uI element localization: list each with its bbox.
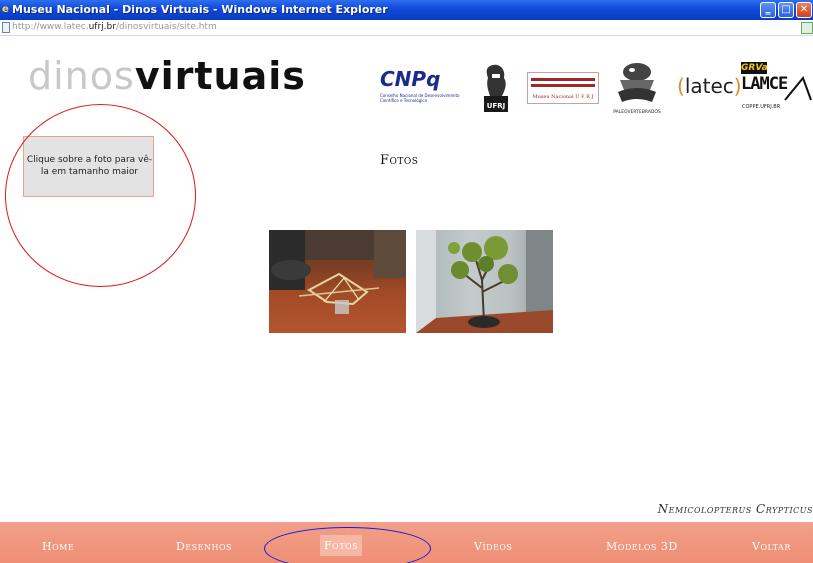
species-name: Nemicolopterus Crypticus	[657, 502, 813, 516]
dinosaur-skull-icon: PALEOVERTEBRADOS	[613, 63, 661, 115]
cnpq-mark: CNPq	[380, 67, 441, 91]
museu-name: Museu Nacional	[532, 94, 574, 100]
red-highlight-annotation	[5, 104, 196, 287]
go-icon[interactable]	[801, 22, 813, 34]
ufrj-label: UFRJ	[487, 102, 505, 110]
nav-voltar[interactable]: Voltar	[752, 540, 791, 553]
title-bar: e Museu Nacional - Dinos Virtuais - Wind…	[0, 0, 813, 20]
url-path: /dinosvirtuais/site.htm	[115, 22, 217, 32]
ie-icon: e	[2, 4, 9, 15]
nav-desenhos[interactable]: Desenhos	[176, 540, 232, 553]
url-prefix: http://www.latec.	[12, 22, 89, 32]
window-title: Museu Nacional - Dinos Virtuais - Window…	[12, 3, 388, 16]
cnpq-subtitle: Conselho Nacional de Desenvolvimento Cie…	[380, 93, 460, 103]
latec-name: latec	[684, 74, 734, 98]
latec-open-bracket: (	[677, 74, 685, 98]
grva-badge: GRVa	[741, 62, 768, 74]
photo-thumbnail-2[interactable]	[416, 230, 553, 333]
logo-dinos: dinos	[28, 54, 135, 98]
museu-sub: U F R J	[575, 94, 594, 100]
latec-logo[interactable]: (latec)	[677, 70, 742, 110]
page-icon	[2, 22, 10, 33]
latec-wordmark: (latec)	[677, 74, 742, 98]
nav-modelos-3d[interactable]: Modelos 3D	[606, 540, 678, 553]
ufrj-logo[interactable]: UFRJ	[482, 62, 510, 114]
close-button[interactable]: ✕	[796, 2, 812, 18]
address-bar[interactable]: http://www.latec.ufrj.br/dinosvirtuais/s…	[0, 20, 813, 36]
paleovertebrados-logo[interactable]: PALEOVERTEBRADOS	[612, 58, 662, 116]
photo-2-image	[416, 230, 553, 333]
blue-highlight-annotation	[264, 527, 431, 563]
museu-stripe	[531, 84, 595, 87]
maximize-button[interactable]: □	[778, 2, 794, 18]
museu-stripe	[531, 78, 595, 81]
ufrj-emblem-icon: UFRJ	[484, 64, 508, 112]
paleo-label: PALEOVERTEBRADOS	[613, 109, 661, 115]
page-title: Fotos	[380, 153, 419, 168]
coppe-label: COPPE.UFRJ.BR	[742, 104, 781, 110]
nav-home[interactable]: Home	[42, 540, 74, 553]
lamce-wordmark: LAMCE	[741, 74, 788, 94]
logo-virtuais: virtuais	[134, 54, 306, 98]
lamce-triangle-icon	[784, 76, 812, 101]
site-logo[interactable]: dinosvirtuais	[28, 56, 306, 96]
address-url[interactable]: http://www.latec.ufrj.br/dinosvirtuais/s…	[12, 22, 217, 32]
photo-thumbnail-1[interactable]	[269, 230, 406, 333]
lamce-logo[interactable]: GRVa LAMCE COPPE.UFRJ.BR	[740, 62, 813, 114]
museu-label: Museu Nacional U F R J	[527, 94, 599, 100]
browser-window: e Museu Nacional - Dinos Virtuais - Wind…	[0, 0, 813, 563]
photo-1-image	[269, 230, 406, 314]
museu-nacional-logo[interactable]: Museu Nacional U F R J	[527, 72, 599, 104]
cnpq-logo[interactable]: CNPq Conselho Nacional de Desenvolviment…	[380, 63, 466, 115]
nav-videos[interactable]: Vídeos	[474, 540, 512, 553]
minimize-button[interactable]: ‗	[760, 2, 776, 18]
url-domain: ufrj.br	[88, 22, 116, 32]
